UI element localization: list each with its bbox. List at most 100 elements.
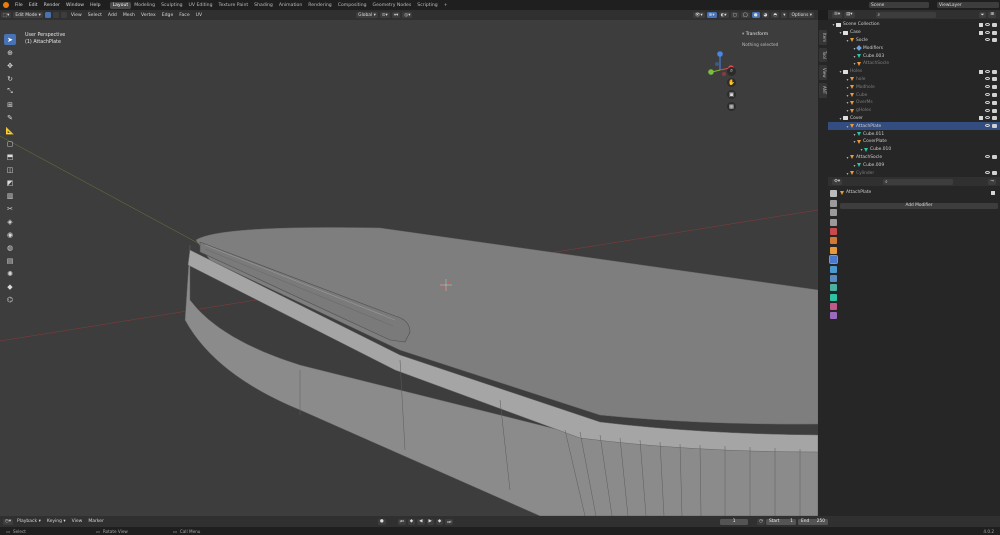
visibility-eye-icon[interactable]	[985, 155, 990, 159]
outliner-row[interactable]: ▾ Cube.011	[828, 130, 1000, 138]
new-collection-icon[interactable]: ⊞	[988, 11, 996, 18]
shading-wireframe-icon[interactable]: ◯	[740, 12, 750, 18]
jump-next-keyframe-icon[interactable]: ◆	[435, 518, 444, 525]
transform-tool-icon[interactable]: ⊞	[4, 99, 16, 110]
xray-toggle-icon[interactable]: ▢	[730, 12, 739, 18]
edge-slide-tool-icon[interactable]: ▤	[4, 255, 16, 266]
properties-editor-type-icon[interactable]: ⚙▾	[832, 178, 843, 185]
workspace-tab-scripting[interactable]: Scripting	[414, 2, 440, 9]
measure-tool-icon[interactable]: 📐	[4, 125, 16, 136]
sidebar-tab-view[interactable]: View	[819, 64, 827, 81]
exclude-checkbox-icon[interactable]	[979, 22, 983, 27]
material-properties-tab-icon[interactable]	[829, 303, 837, 311]
constraints-properties-tab-icon[interactable]	[829, 284, 837, 292]
3d-viewport[interactable]: User Perspective (1) AttachPlate ▾ Trans…	[0, 20, 818, 516]
add-modifier-button[interactable]: Add Modifier	[840, 202, 998, 209]
jump-start-icon[interactable]: ⏮	[397, 518, 406, 525]
transform-header[interactable]: Transform	[746, 32, 768, 37]
texture-properties-tab-icon[interactable]	[829, 312, 837, 320]
physics-properties-tab-icon[interactable]	[829, 274, 837, 282]
visibility-eye-icon[interactable]	[985, 22, 990, 26]
data-properties-tab-icon[interactable]	[829, 293, 837, 301]
rip-region-tool-icon[interactable]: ⌬	[4, 294, 16, 305]
menu-view[interactable]: View	[68, 13, 85, 18]
viewport-visibility-icon[interactable]: 👁▾	[692, 12, 705, 18]
workspace-tab-compositing[interactable]: Compositing	[335, 2, 370, 9]
outliner-display-mode-icon[interactable]: ▤▾	[844, 11, 855, 18]
bevel-tool-icon[interactable]: ◩	[4, 177, 16, 188]
world-properties-tab-icon[interactable]	[829, 237, 837, 245]
view-layer-properties-tab-icon[interactable]	[829, 218, 837, 226]
modifier-properties-tab-icon[interactable]	[828, 255, 838, 265]
zoom-icon[interactable]: ⌕	[727, 67, 736, 76]
visibility-eye-icon[interactable]	[985, 171, 990, 175]
snap-icon[interactable]: ⌖▾	[391, 12, 401, 18]
render-camera-icon[interactable]	[992, 93, 997, 98]
exclude-checkbox-icon[interactable]	[979, 30, 983, 35]
shading-solid-icon[interactable]: ●	[751, 12, 760, 18]
render-camera-icon[interactable]	[992, 22, 997, 27]
rotate-tool-icon[interactable]: ↻	[4, 73, 16, 84]
timeline-editor-type-icon[interactable]: ◷▾	[3, 518, 14, 525]
inset-tool-icon[interactable]: ◫	[4, 164, 16, 175]
properties-search-field[interactable]: ⌕	[883, 178, 954, 185]
outliner-row[interactable]: ▾ CoverPlate	[828, 138, 1000, 146]
outliner-row[interactable]: ▾ hole	[828, 76, 1000, 84]
current-frame-field[interactable]: 1	[720, 518, 749, 525]
transform-orientation-selector[interactable]: Global ▾	[356, 12, 378, 18]
menu-render[interactable]: Render	[41, 3, 63, 8]
outliner-row[interactable]: ▾ Scene Collection	[828, 21, 1000, 29]
annotate-tool-icon[interactable]: ✎	[4, 112, 16, 123]
cursor-tool-icon[interactable]: ⊕	[4, 47, 16, 58]
outliner-search-field[interactable]: ⌕	[875, 11, 936, 18]
mode-selector[interactable]: Edit Mode ▾	[13, 12, 43, 18]
outliner-row[interactable]: ▾ AttachSocle	[828, 60, 1000, 68]
menu-help[interactable]: Help	[87, 3, 103, 8]
edge-select-mode-button[interactable]	[52, 12, 59, 18]
output-properties-tab-icon[interactable]	[829, 209, 837, 217]
render-camera-icon[interactable]	[992, 108, 997, 113]
outliner-row[interactable]: ▾ Cover	[828, 115, 1000, 123]
render-camera-icon[interactable]	[992, 69, 997, 74]
visibility-eye-icon[interactable]	[985, 69, 990, 73]
outliner-row[interactable]: ▾ Cube.010	[828, 146, 1000, 154]
options-dropdown[interactable]: Options ▾	[789, 12, 814, 18]
shear-tool-icon[interactable]: ◆	[4, 281, 16, 292]
spin-tool-icon[interactable]: ◉	[4, 229, 16, 240]
render-camera-icon[interactable]	[992, 116, 997, 121]
loop-cut-tool-icon[interactable]: ▥	[4, 190, 16, 201]
sidebar-tab-ant[interactable]: ANT	[819, 83, 827, 98]
blender-logo-icon[interactable]	[3, 2, 9, 8]
workspace-tab-texture-paint[interactable]: Texture Paint	[216, 2, 252, 9]
add-cube-tool-icon[interactable]: ▢	[4, 138, 16, 149]
smooth-tool-icon[interactable]: ◍	[4, 242, 16, 253]
face-select-mode-button[interactable]	[60, 12, 67, 18]
record-keyframe-icon[interactable]: ●	[377, 518, 386, 525]
menu-playback[interactable]: Playback ▾	[14, 519, 44, 524]
properties-pin-icon-2[interactable]	[991, 190, 995, 195]
shrink-fatten-tool-icon[interactable]: ✺	[4, 268, 16, 279]
jump-end-icon[interactable]: ⏭	[445, 518, 454, 525]
outliner-row[interactable]: ▾ AttachPlate	[828, 122, 1000, 131]
jump-prev-keyframe-icon[interactable]: ◆	[407, 518, 416, 525]
vertex-select-mode-button[interactable]	[44, 12, 51, 18]
visibility-eye-icon[interactable]	[985, 77, 990, 81]
menu-window[interactable]: Window	[63, 3, 87, 8]
outliner-editor-type-icon[interactable]: ☰▾	[832, 11, 843, 18]
poly-build-tool-icon[interactable]: ◈	[4, 216, 16, 227]
render-camera-icon[interactable]	[992, 30, 997, 35]
menu-file[interactable]: File	[12, 3, 26, 8]
preview-range-icon[interactable]: ◷	[757, 518, 765, 525]
exclude-checkbox-icon[interactable]	[979, 69, 983, 74]
render-camera-icon[interactable]	[992, 100, 997, 105]
workspace-tab-animation[interactable]: Animation	[276, 2, 305, 9]
outliner-row[interactable]: ▾ Cube.009	[828, 161, 1000, 169]
scene-properties-tab-icon[interactable]	[829, 227, 837, 235]
outliner-row[interactable]: ▾ Modifiers	[828, 44, 1000, 52]
menu-marker[interactable]: Marker	[85, 519, 107, 524]
visibility-eye-icon[interactable]	[985, 124, 990, 128]
perspective-toggle-icon[interactable]: ▦	[727, 102, 736, 111]
render-camera-icon[interactable]	[992, 38, 997, 43]
outliner-row[interactable]: ▾ Holes	[828, 68, 1000, 76]
shading-options-icon[interactable]: ▾	[781, 12, 788, 18]
